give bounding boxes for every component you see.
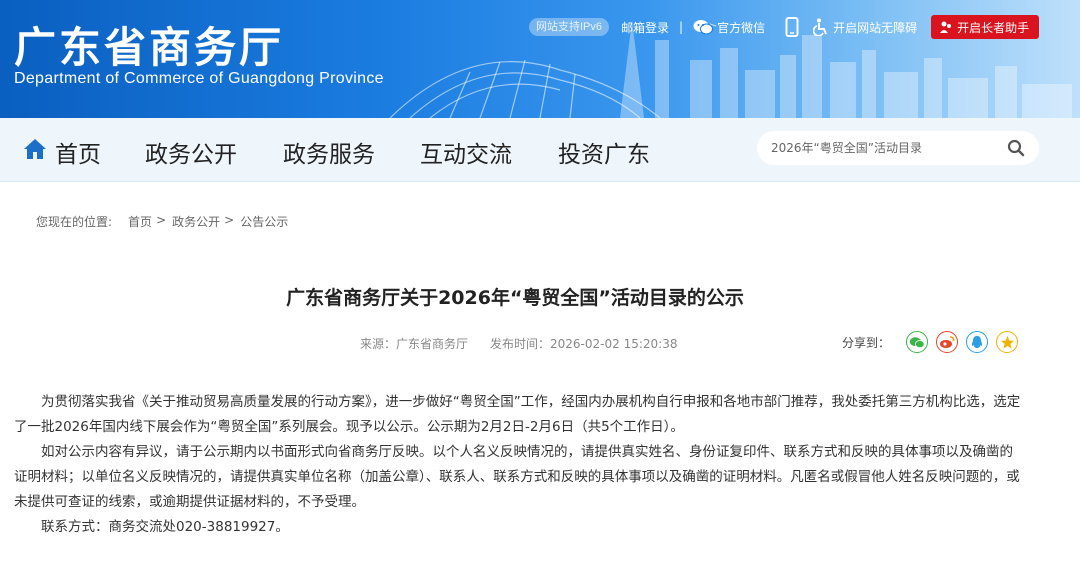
breadcrumb-separator: > bbox=[224, 213, 235, 227]
article-source: 来源：广东省商务厅 bbox=[360, 337, 469, 351]
mail-login-link[interactable]: 邮箱登录 bbox=[621, 19, 669, 36]
wechat-icon bbox=[693, 19, 714, 35]
topbar-separator: | bbox=[679, 20, 684, 34]
elder-mode-button[interactable]: 开启长者助手 bbox=[931, 15, 1040, 39]
breadcrumb-item-home[interactable]: 首页 bbox=[128, 213, 152, 230]
nav-item-interaction[interactable]: 互动交流 bbox=[420, 135, 512, 169]
qq-icon bbox=[971, 335, 983, 348]
top-utility-bar: 网站支持IPv6 邮箱登录 | 官方微信 开启网站无障碍 开启长者助手 bbox=[529, 15, 1040, 39]
breadcrumb-item-announcements[interactable]: 公告公示 bbox=[240, 213, 288, 230]
share-qzone-button[interactable] bbox=[996, 331, 1019, 353]
article-title: 广东省商务厅关于2026年“粤贸全国”活动目录的公示 bbox=[286, 287, 744, 309]
wechat-icon bbox=[909, 336, 925, 348]
header-banner: 广东省商务厅 Department of Commerce of Guangdo… bbox=[0, 0, 1080, 118]
breadcrumb-item-government-affairs[interactable]: 政务公开 bbox=[172, 213, 220, 230]
accessibility-label: 开启网站无障碍 bbox=[833, 20, 918, 35]
search-input[interactable] bbox=[771, 131, 991, 165]
wechat-label: 官方微信 bbox=[717, 20, 766, 35]
share-bar: 分享到： bbox=[842, 331, 1019, 353]
share-label: 分享到： bbox=[842, 335, 891, 350]
mobile-link[interactable] bbox=[785, 17, 803, 37]
weibo-icon bbox=[940, 336, 955, 348]
elder-mode-label: 开启长者助手 bbox=[957, 20, 1030, 35]
nav-item-government-services[interactable]: 政务服务 bbox=[283, 135, 375, 169]
nav-item-government-affairs[interactable]: 政务公开 bbox=[145, 135, 237, 169]
breadcrumb-label: 您现在的位置: bbox=[36, 215, 113, 229]
search-icon[interactable] bbox=[1007, 139, 1025, 161]
article-body: 为贯彻落实我省《关于推动贸易高质量发展的行动方案》，进一步做好“粤贸全国”工作，… bbox=[14, 390, 1024, 540]
share-qq-button[interactable] bbox=[966, 331, 989, 353]
share-wechat-button[interactable] bbox=[906, 331, 929, 353]
search-box bbox=[757, 131, 1039, 165]
breadcrumb: 您现在的位置: 首页 > 政务公开 > 公告公示 bbox=[36, 213, 288, 230]
article-meta: 来源：广东省商务厅 发布时间：2026-02-02 15:20:38 bbox=[360, 335, 677, 352]
home-icon[interactable] bbox=[23, 138, 47, 164]
elder-helper-icon bbox=[939, 20, 953, 34]
article-paragraph: 如对公示内容有异议，请于公示期内以书面形式向省商务厅反映。以个人名义反映情况的，… bbox=[14, 444, 1020, 510]
nav-item-invest-guangdong[interactable]: 投资广东 bbox=[558, 135, 650, 169]
qzone-star-icon bbox=[1000, 335, 1014, 349]
share-weibo-button[interactable] bbox=[936, 331, 959, 353]
article-paragraph: 为贯彻落实我省《关于推动贸易高质量发展的行动方案》，进一步做好“粤贸全国”工作，… bbox=[14, 394, 1021, 435]
accessibility-link[interactable]: 开启网站无障碍 bbox=[813, 18, 917, 36]
wheelchair-icon bbox=[813, 18, 829, 36]
site-logo-english: Department of Commerce of Guangdong Prov… bbox=[14, 70, 384, 87]
mobile-phone-icon bbox=[785, 17, 799, 37]
ipv6-badge: 网站支持IPv6 bbox=[529, 18, 610, 36]
site-logo-chinese[interactable]: 广东省商务厅 bbox=[14, 14, 284, 75]
wechat-link[interactable]: 官方微信 bbox=[693, 19, 765, 36]
breadcrumb-separator: > bbox=[156, 213, 167, 227]
nav-item-home[interactable]: 首页 bbox=[55, 135, 101, 169]
article-publish-time: 发布时间：2026-02-02 15:20:38 bbox=[490, 337, 678, 351]
article-paragraph: 联系方式：商务交流处020-38819927。 bbox=[41, 519, 289, 535]
main-nav: 首页 政务公开 政务服务 互动交流 投资广东 bbox=[0, 118, 1080, 182]
